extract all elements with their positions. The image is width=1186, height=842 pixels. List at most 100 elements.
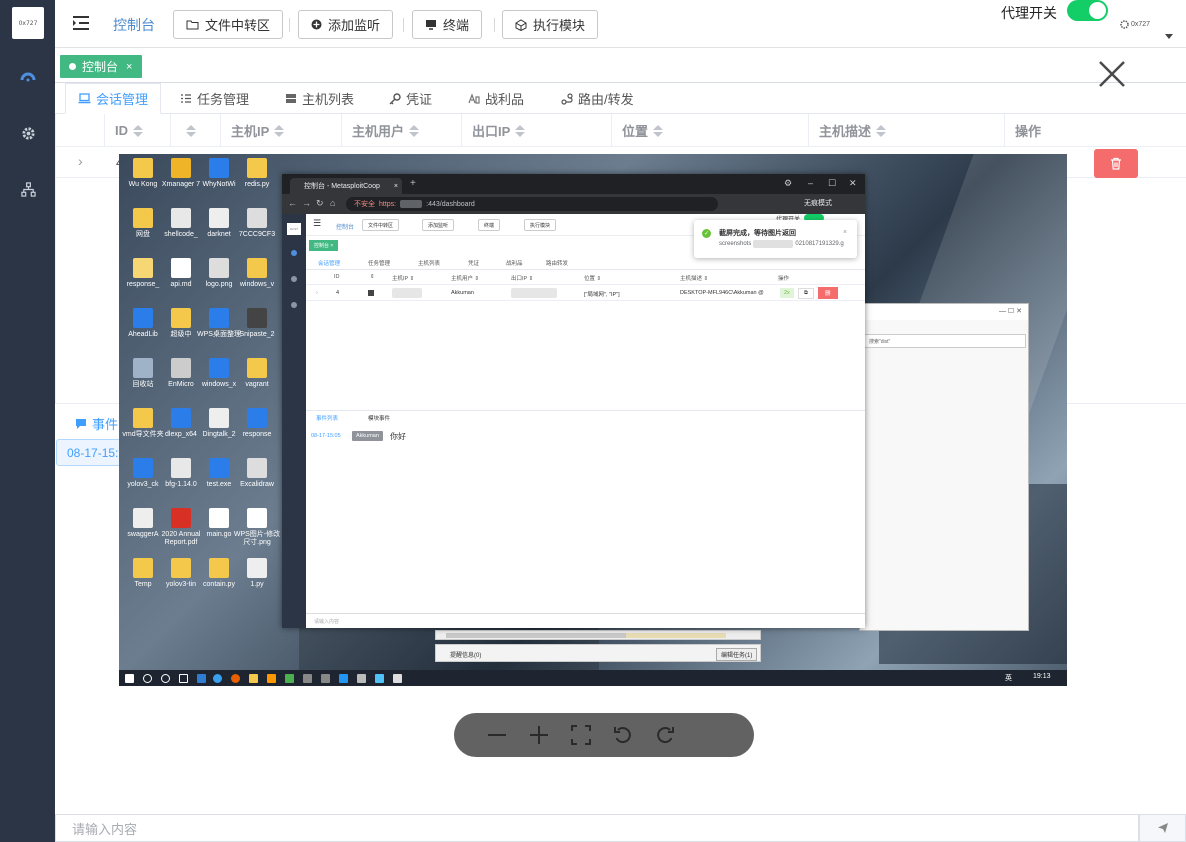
app-logo[interactable]: 0x727 [12, 7, 44, 39]
column-header-host-ip[interactable]: 主机IP [220, 114, 341, 147]
file-icon [247, 258, 267, 278]
task-list-icon [181, 94, 191, 103]
key-icon [389, 92, 401, 104]
captured-table-row: › 4 Akkuman ["局域网", "IP"] DESKTOP-MFL946… [306, 285, 865, 301]
laptop-icon [78, 93, 91, 104]
add-listener-button[interactable]: 添加监听 [298, 10, 394, 39]
zoom-out-icon[interactable] [486, 724, 508, 746]
tab-hosts[interactable]: 主机列表 [285, 83, 354, 114]
tag-dashboard[interactable]: 控制台 × [60, 55, 143, 78]
dashboard-icon[interactable] [19, 68, 37, 86]
file-icon [247, 508, 267, 528]
rotate-right-icon[interactable] [654, 724, 676, 746]
tags-view: 控制台 × [55, 48, 1186, 83]
captured-reload-icon: ↻ [316, 198, 324, 208]
user-menu[interactable]: 0x727 [1120, 20, 1150, 29]
desktop-icon-label: redis.py [244, 181, 270, 188]
sort-icon[interactable] [133, 124, 143, 137]
file-transfer-button[interactable]: 文件中转区 [173, 10, 284, 39]
file-icon [209, 408, 229, 428]
column-header-os[interactable] [170, 114, 220, 147]
file-icon [133, 158, 153, 178]
file-explorer-icon [249, 674, 258, 683]
redacted-host [400, 200, 423, 208]
file-icon [247, 208, 267, 228]
desktop-icon-label: Snipaste_2 [239, 331, 275, 338]
desktop-icon-label: 7CCC9CF3 [238, 231, 276, 238]
sort-icon[interactable] [186, 124, 196, 137]
desktop-icon: 7CCC9CF3 [233, 208, 281, 239]
fullscreen-icon[interactable] [570, 724, 592, 746]
terminal-button[interactable]: 终端 [412, 10, 483, 39]
file-icon [133, 508, 153, 528]
viewer-close-icon[interactable] [1096, 58, 1128, 90]
execute-module-button[interactable]: 执行模块 [502, 10, 599, 39]
file-icon [133, 458, 153, 478]
captured-home-icon: ⌂ [330, 198, 336, 208]
file-icon [133, 358, 153, 378]
file-icon [209, 358, 229, 378]
captured-network-icon [291, 302, 297, 308]
zoom-in-icon[interactable] [528, 724, 550, 746]
captured-events: 事件列表 模块事件 08-17-15:05 Akkuman 你好 [306, 410, 865, 610]
tab-loot[interactable]: 战利品 [468, 83, 524, 114]
tab-events[interactable]: 事件 [75, 414, 118, 433]
plus-circle-icon [311, 19, 322, 30]
column-header-host-user[interactable]: 主机用户 [341, 114, 461, 147]
settings-gear-icon[interactable] [19, 124, 37, 142]
file-icon [247, 158, 267, 178]
active-dot-icon [69, 63, 76, 70]
send-button[interactable] [1139, 814, 1186, 842]
cortana-icon [161, 674, 170, 683]
task-view-icon [179, 674, 188, 683]
breadcrumb[interactable]: 控制台 [113, 15, 155, 35]
file-icon [209, 508, 229, 528]
sort-icon[interactable] [274, 124, 285, 137]
sort-icon[interactable] [876, 124, 887, 137]
tag-close-icon[interactable]: × [126, 61, 132, 73]
delete-session-button[interactable] [1094, 149, 1138, 178]
tab-routes[interactable]: 路由/转发 [561, 83, 634, 114]
captured-table-header: ID ⇕ 主机IP ⇕ 主机用户 ⇕ 出口IP ⇕ 位置 ⇕ 主机描述 ⇕ 操作 [306, 270, 865, 285]
captured-titlebar: 控制台 - MetasploitCoop × + ⚙ – ☐ ✕ [282, 174, 865, 194]
screenshot-notification: ✓ 截屏完成，等待图片返回 screenshots 0210817191329.g… [694, 220, 857, 258]
column-header-actions: 操作 [1004, 114, 1186, 147]
excel-icon [285, 674, 294, 683]
sort-icon[interactable] [515, 124, 526, 137]
desktop-icon: WPS图片-修改尺寸.png [233, 508, 281, 547]
tab-tasks[interactable]: 任务管理 [180, 83, 249, 114]
proxy-toggle[interactable] [1067, 0, 1108, 21]
user-gear-icon [1120, 20, 1129, 29]
column-header-host-desc[interactable]: 主机描述 [808, 114, 1004, 147]
caret-down-icon[interactable] [1165, 34, 1173, 39]
explorer-titlebar: — ☐ ✕ [860, 304, 1028, 320]
column-header-location[interactable]: 位置 [611, 114, 808, 147]
sort-icon[interactable] [409, 124, 420, 137]
top-header: 控制台 文件中转区 添加监听 终端 执行模块 代理开关 0x727 [55, 0, 1186, 48]
network-topology-icon[interactable] [19, 180, 37, 198]
server-icon [286, 94, 296, 103]
app-icon [393, 674, 402, 683]
captured-forward-icon: → [302, 198, 311, 208]
tab-credentials[interactable]: 凭证 [389, 83, 432, 114]
desktop-icon-label: Excalidraw [240, 481, 274, 488]
search-icon [143, 674, 152, 683]
rotate-left-icon[interactable] [612, 724, 634, 746]
desktop-icon: redis.py [233, 158, 281, 189]
sort-icon[interactable] [653, 124, 664, 137]
column-header-id[interactable]: ID [104, 114, 170, 147]
desktop-icon: windows_v [233, 258, 281, 289]
tab-sessions[interactable]: 会话管理 [65, 83, 162, 114]
menu-fold-icon[interactable] [72, 14, 90, 32]
explorer-search: 搜索"dist" [864, 334, 1026, 348]
desktop-icon-label: 1.py [250, 581, 264, 588]
row-expand-icon[interactable]: › [78, 153, 83, 169]
captured-addressbar: ← → ↻ ⌂ 不安全 https: :443/dashboard 无痕模式 [282, 194, 865, 214]
column-header-egress-ip[interactable]: 出口IP [461, 114, 611, 147]
trash-icon [1111, 157, 1121, 170]
captured-close-icon: ✕ [849, 178, 857, 188]
message-input[interactable]: 请输入内容 [55, 814, 1139, 842]
send-icon [1157, 823, 1168, 833]
file-icon [171, 158, 191, 178]
app-icon [357, 674, 366, 683]
